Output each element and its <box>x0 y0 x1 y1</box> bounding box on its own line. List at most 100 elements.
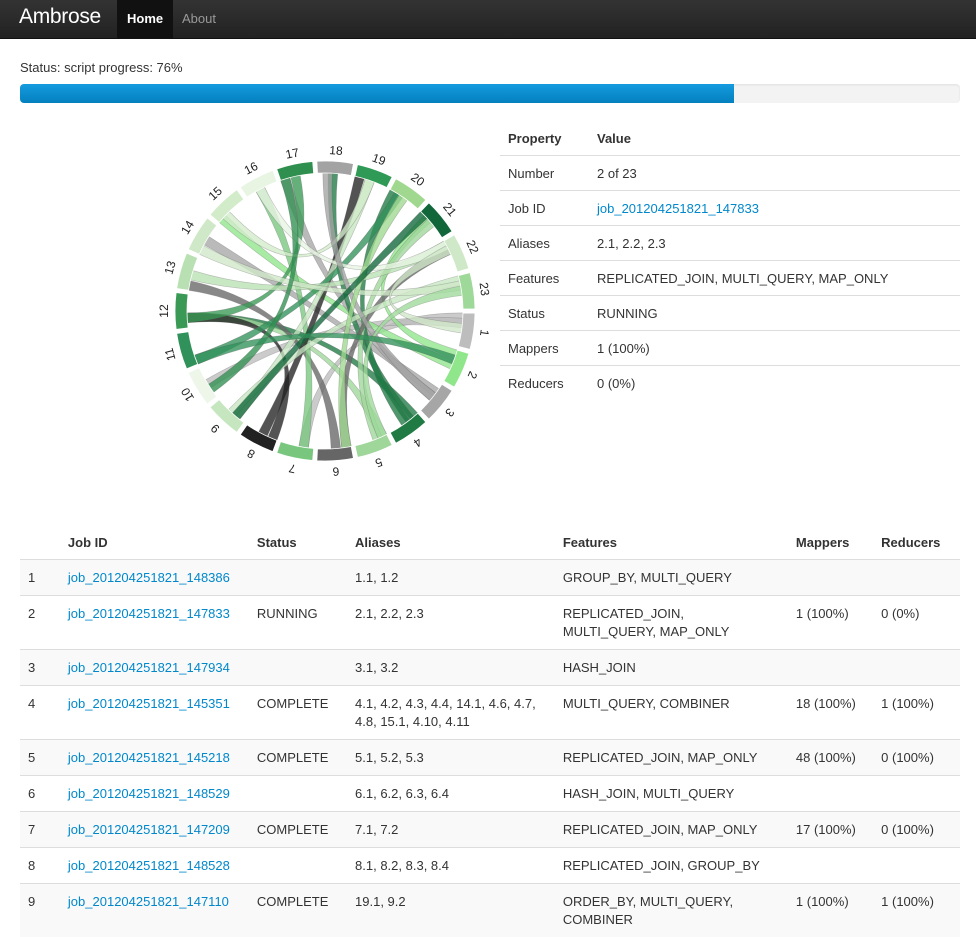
brand-logo[interactable]: Ambrose <box>19 5 101 29</box>
chord-segment-label: 15 <box>206 184 226 204</box>
property-value: 0 (0%) <box>589 366 960 401</box>
job-features-cell: HASH_JOIN <box>555 650 788 686</box>
job-id-link[interactable]: job_201204251821_147209 <box>68 822 230 837</box>
chord-segment-label: 7 <box>287 461 297 476</box>
job-aliases-cell: 2.1, 2.2, 2.3 <box>347 596 555 650</box>
job-mappers-cell <box>788 848 873 884</box>
job-mappers-cell: 48 (100%) <box>788 740 873 776</box>
job-reducers-cell: 0 (100%) <box>873 740 960 776</box>
chord-segment-label: 9 <box>208 421 223 436</box>
job-num-cell: 6 <box>20 776 60 812</box>
job-id-link[interactable]: job_201204251821_145351 <box>68 696 230 711</box>
job-num-cell: 8 <box>20 848 60 884</box>
job-features-cell: REPLICATED_JOIN, MAP_ONLY <box>555 740 788 776</box>
job-row[interactable]: 9 job_201204251821_147110 COMPLETE19.1, 9.… <box>20 884 960 937</box>
job-reducers-cell: 0 (100%) <box>873 812 960 848</box>
job-id-link[interactable]: job_201204251821_145218 <box>68 750 230 765</box>
job-id-link[interactable]: job_201204251821_148528 <box>68 858 230 873</box>
chord-segment-label: 13 <box>162 259 179 276</box>
job-id-link[interactable]: job_201204251821_148386 <box>68 570 230 585</box>
job-status-cell: COMPLETE <box>249 884 347 937</box>
job-id-cell: job_201204251821_147934 <box>60 650 249 686</box>
job-reducers-cell: 1 (100%) <box>873 686 960 740</box>
chord-segment-label: 6 <box>332 464 340 478</box>
job-features-cell: REPLICATED_JOIN, MAP_ONLY <box>555 812 788 848</box>
job-id-cell: job_201204251821_148528 <box>60 848 249 884</box>
job-status-cell: COMPLETE <box>249 686 347 740</box>
job-num-cell: 9 <box>20 884 60 937</box>
job-id-cell: job_201204251821_147110 <box>60 884 249 937</box>
job-aliases-cell: 3.1, 3.2 <box>347 650 555 686</box>
property-key: Reducers <box>500 366 589 401</box>
property-key: Number <box>500 156 589 191</box>
job-features-cell: MULTI_QUERY, COMBINER <box>555 686 788 740</box>
job-status-cell: RUNNING <box>249 596 347 650</box>
job-row[interactable]: 3job_201204251821_1479343.1, 3.2HASH_JOI… <box>20 650 960 686</box>
job-features-cell: HASH_JOIN, MULTI_QUERY <box>555 776 788 812</box>
job-row[interactable]: 5job_201204251821_145218COMPLETE5.1, 5.2… <box>20 740 960 776</box>
job-row[interactable]: 7job_201204251821_147209COMPLETE7.1, 7.2… <box>20 812 960 848</box>
property-row: StatusRUNNING <box>500 296 960 331</box>
script-progress-bar <box>20 84 960 103</box>
jobs-column-header: Features <box>555 525 788 560</box>
job-id-link[interactable]: job_201204251821_147833 <box>68 606 230 621</box>
nav-tab-about[interactable]: About <box>172 0 226 38</box>
job-id-link[interactable]: job_201204251821_147833 <box>597 201 759 216</box>
job-reducers-cell <box>873 776 960 812</box>
job-aliases-cell: 4.1, 4.2, 4.3, 4.4, 14.1, 4.6, 4.7, 4.8,… <box>347 686 555 740</box>
job-aliases-cell: 1.1, 1.2 <box>347 560 555 596</box>
jobs-column-header <box>20 525 60 560</box>
property-key: Mappers <box>500 331 589 366</box>
properties-header-row: Property Value <box>500 121 960 156</box>
property-value: job_201204251821_147833 <box>589 191 960 226</box>
chord-segment-label: 14 <box>178 218 197 237</box>
jobs-header-row: Job IDStatusAliasesFeaturesMappersReduce… <box>20 525 960 560</box>
chord-segment-label: 1 <box>477 329 492 338</box>
chord-segment-label: 22 <box>463 238 481 256</box>
job-features-cell: REPLICATED_JOIN, GROUP_BY <box>555 848 788 884</box>
nav-tab-home[interactable]: Home <box>117 0 173 38</box>
job-id-link[interactable]: job_201204251821_147110 <box>68 894 229 909</box>
job-num-cell: 2 <box>20 596 60 650</box>
value-header: Value <box>589 121 960 156</box>
job-mappers-cell: 1 (100%) <box>788 596 873 650</box>
job-id-link[interactable]: job_201204251821_148529 <box>68 786 230 801</box>
property-key: Features <box>500 261 589 296</box>
chord-segment-label: 18 <box>329 143 344 158</box>
chord-segment <box>317 161 354 176</box>
job-num-cell: 5 <box>20 740 60 776</box>
job-mappers-cell: 1 (100%) <box>788 884 873 937</box>
job-aliases-cell: 19.1, 9.2 <box>347 884 555 937</box>
chord-segment <box>175 293 188 330</box>
chord-segment-label: 2 <box>465 369 481 381</box>
chord-segment-label: 21 <box>440 200 459 219</box>
property-value: REPLICATED_JOIN, MULTI_QUERY, MAP_ONLY <box>589 261 960 296</box>
job-id-cell: job_201204251821_147209 <box>60 812 249 848</box>
chord-segment-label: 3 <box>442 405 457 419</box>
job-row[interactable]: 1job_201204251821_1483861.1, 1.2GROUP_BY… <box>20 560 960 596</box>
job-row[interactable]: 4job_201204251821_145351COMPLETE4.1, 4.2… <box>20 686 960 740</box>
job-id-cell: job_201204251821_148529 <box>60 776 249 812</box>
job-id-link[interactable]: job_201204251821_147934 <box>68 660 230 675</box>
jobs-table: Job IDStatusAliasesFeaturesMappersReduce… <box>20 525 960 937</box>
chord-segment-label: 20 <box>408 170 427 189</box>
progress-fill <box>20 84 734 103</box>
job-row[interactable]: 8job_201204251821_1485288.1, 8.2, 8.3, 8… <box>20 848 960 884</box>
job-id-cell: job_201204251821_147833 <box>60 596 249 650</box>
job-reducers-cell <box>873 650 960 686</box>
chord-ribbons <box>187 173 463 449</box>
job-row[interactable]: 6 job_201204251821_148529 6.1, 6.2, 6.3, 6… <box>20 776 960 812</box>
property-row: FeaturesREPLICATED_JOIN, MULTI_QUERY, MA… <box>500 261 960 296</box>
chord-segment-label: 5 <box>373 455 384 471</box>
script-status-text: Status: script progress: 76% <box>20 60 183 75</box>
job-id-cell: job_201204251821_145218 <box>60 740 249 776</box>
job-aliases-cell: 6.1, 6.2, 6.3, 6.4 <box>347 776 555 812</box>
job-status-cell: COMPLETE <box>249 812 347 848</box>
chord-segment-label: 23 <box>476 282 492 297</box>
job-mappers-cell <box>788 650 873 686</box>
property-value: RUNNING <box>589 296 960 331</box>
job-row[interactable]: 2 job_201204251821_147833 RUNNING2.1, 2.2,… <box>20 596 960 650</box>
property-row: Aliases2.1, 2.2, 2.3 <box>500 226 960 261</box>
job-id-cell: job_201204251821_145351 <box>60 686 249 740</box>
job-reducers-cell: 1 (100%) <box>873 884 960 937</box>
